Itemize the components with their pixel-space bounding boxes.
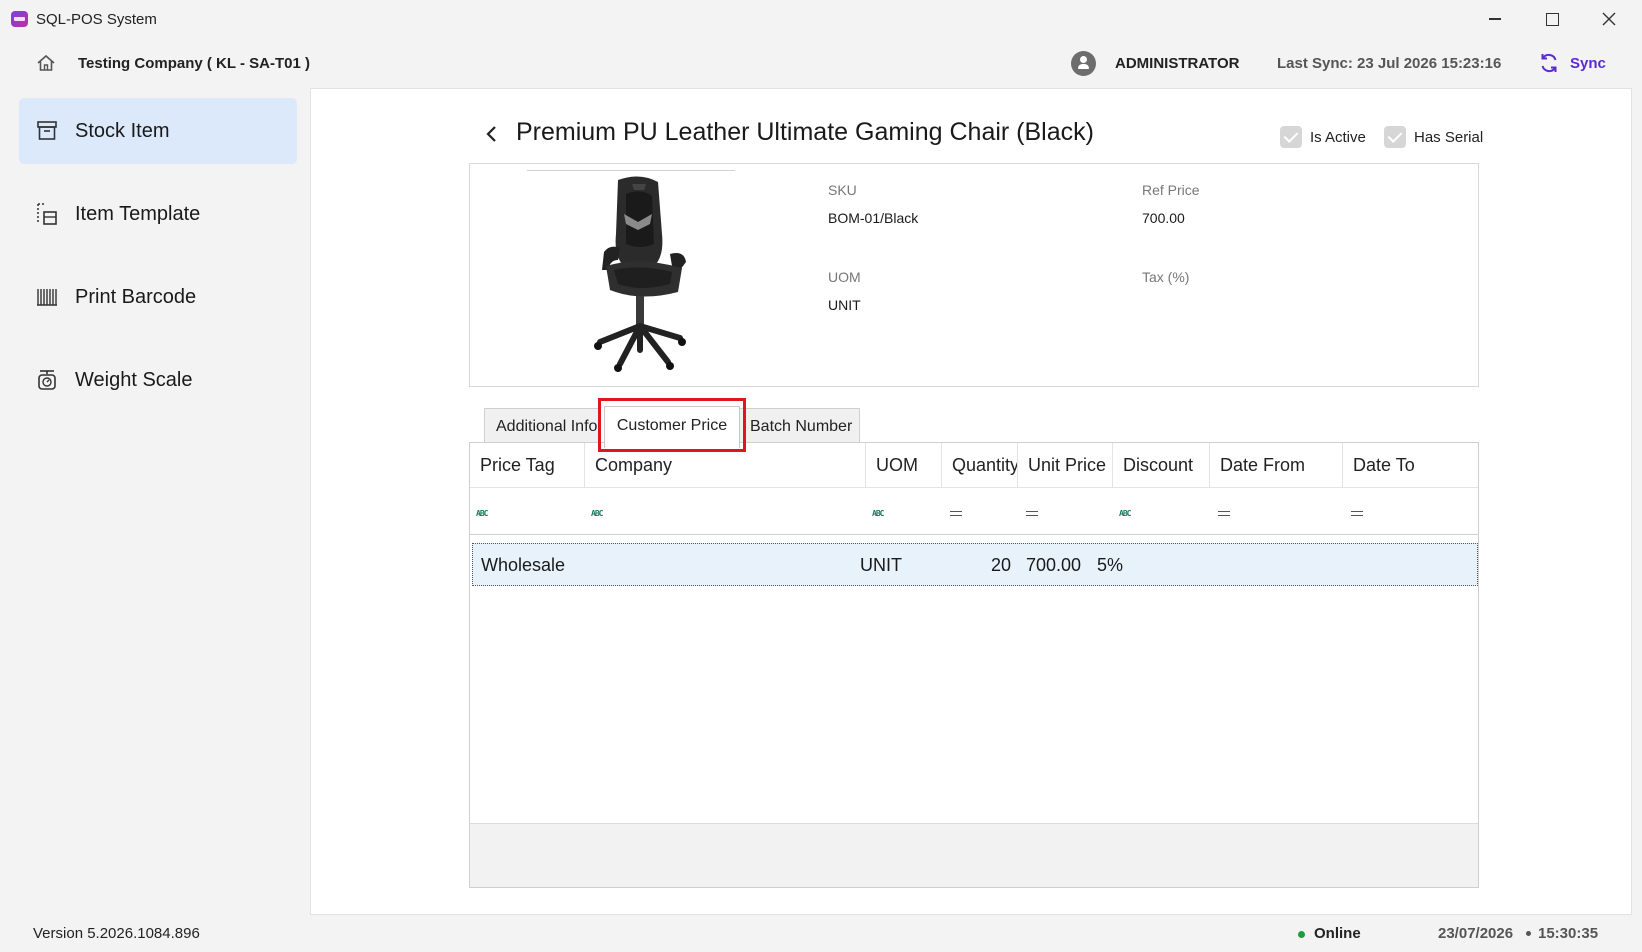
item-title: Premium PU Leather Ultimate Gaming Chair…: [516, 118, 1094, 146]
customer-price-grid: Price Tag Company UOM Quantity Unit Pric…: [469, 442, 1479, 888]
sidebar-item-stock-item[interactable]: Stock Item: [19, 98, 297, 164]
sidebar-item-item-template[interactable]: Item Template: [19, 181, 297, 247]
filter-date-from[interactable]: [1210, 489, 1343, 535]
filter-unit-price[interactable]: [1018, 489, 1113, 535]
app-logo-icon: [11, 11, 28, 27]
filter-price-tag[interactable]: ABC: [470, 489, 585, 535]
equals-filter-icon: [1351, 511, 1363, 516]
back-arrow-icon[interactable]: [483, 121, 501, 147]
cell-unit-price[interactable]: 700.00: [1019, 544, 1081, 585]
user-avatar-icon: [1071, 51, 1096, 76]
tab-customer-price[interactable]: Customer Price: [604, 406, 740, 448]
tax-label: Tax (%): [1142, 269, 1190, 285]
sidebar-item-weight-scale[interactable]: Weight Scale: [19, 347, 297, 413]
filter-row: ABC ABC ABC ABC: [470, 489, 1478, 535]
equals-filter-icon: [1218, 511, 1230, 516]
tab-batch-number[interactable]: Batch Number: [738, 408, 860, 442]
text-filter-icon: ABC: [591, 509, 603, 518]
status-time: 15:30:35: [1538, 925, 1599, 942]
checkbox-checked-icon: [1280, 126, 1302, 148]
sync-button[interactable]: Sync: [1538, 50, 1606, 76]
cell-discount[interactable]: 5%: [1097, 544, 1123, 585]
close-button[interactable]: [1586, 0, 1632, 38]
status-date: 23/07/2026: [1438, 925, 1514, 942]
filter-uom[interactable]: ABC: [866, 489, 942, 535]
home-icon[interactable]: [36, 53, 56, 73]
filter-quantity[interactable]: [942, 489, 1018, 535]
grid-footer: [470, 823, 1478, 887]
last-sync-text: Last Sync: 23 Jul 2026 15:23:16: [1277, 55, 1502, 72]
cell-price-tag[interactable]: Wholesale: [481, 544, 565, 585]
minimize-button[interactable]: [1472, 0, 1518, 38]
sidebar-item-label: Item Template: [75, 202, 201, 225]
item-info-card: SKU BOM-01/Black Ref Price 700.00 UOM UN…: [469, 163, 1479, 387]
table-row[interactable]: Wholesale UNIT 20 700.00 5%: [472, 543, 1478, 586]
sidebar-item-print-barcode[interactable]: Print Barcode: [19, 264, 297, 330]
column-header-price-tag[interactable]: Price Tag: [470, 443, 585, 488]
sync-label: Sync: [1570, 54, 1606, 72]
is-active-checkbox[interactable]: Is Active: [1280, 126, 1366, 148]
window-title: SQL-POS System: [36, 11, 157, 28]
uom-value: UNIT: [828, 297, 861, 313]
cell-quantity[interactable]: 20: [943, 544, 1011, 585]
equals-filter-icon: [1026, 511, 1038, 516]
version-text: Version 5.2026.1084.896: [33, 925, 200, 942]
item-template-icon: [37, 203, 57, 225]
sidebar-item-label: Stock Item: [75, 119, 170, 142]
column-header-date-from[interactable]: Date From: [1210, 443, 1343, 488]
text-filter-icon: ABC: [476, 509, 488, 518]
online-status-icon: [1298, 931, 1305, 938]
sku-label: SKU: [828, 182, 857, 198]
sidebar: Stock Item Item Template Print Barcode W…: [0, 88, 310, 908]
equals-filter-icon: [950, 511, 962, 516]
product-image[interactable]: [580, 174, 700, 374]
filter-date-to[interactable]: [1343, 489, 1478, 535]
column-header-company[interactable]: Company: [585, 443, 866, 488]
close-icon: [1602, 12, 1616, 26]
is-active-label: Is Active: [1310, 128, 1366, 146]
column-header-discount[interactable]: Discount: [1113, 443, 1210, 488]
connection-status: Online: [1314, 925, 1361, 942]
weight-scale-icon: [38, 370, 56, 390]
barcode-icon: [37, 289, 57, 306]
filter-discount[interactable]: ABC: [1113, 489, 1210, 535]
filter-company[interactable]: ABC: [585, 489, 866, 535]
company-name: Testing Company ( KL - SA-T01 ): [78, 55, 310, 72]
sku-value: BOM-01/Black: [828, 210, 919, 226]
text-filter-icon: ABC: [872, 509, 884, 518]
tab-additional-info[interactable]: Additional Info: [484, 408, 600, 442]
archive-box-icon: [37, 121, 57, 140]
column-header-uom[interactable]: UOM: [866, 443, 942, 488]
column-header-date-to[interactable]: Date To: [1343, 443, 1478, 488]
title-bar: SQL-POS System: [0, 0, 1642, 38]
grid-header: Price Tag Company UOM Quantity Unit Pric…: [470, 443, 1478, 488]
user-name: ADMINISTRATOR: [1115, 55, 1240, 72]
has-serial-checkbox[interactable]: Has Serial: [1384, 126, 1483, 148]
column-header-unit-price[interactable]: Unit Price: [1018, 443, 1113, 488]
ref-price-label: Ref Price: [1142, 182, 1200, 198]
has-serial-label: Has Serial: [1414, 128, 1484, 146]
separator-dot: [1526, 931, 1531, 936]
uom-label: UOM: [828, 269, 861, 285]
sidebar-item-label: Weight Scale: [75, 368, 193, 391]
app-header: Testing Company ( KL - SA-T01 ) ADMINIST…: [0, 38, 1642, 88]
checkbox-checked-icon: [1384, 126, 1406, 148]
image-divider: [527, 170, 735, 171]
sync-icon: [1541, 54, 1557, 72]
text-filter-icon: ABC: [1119, 509, 1131, 518]
cell-uom[interactable]: UNIT: [860, 544, 902, 585]
maximize-button[interactable]: [1529, 0, 1575, 38]
column-header-quantity[interactable]: Quantity: [942, 443, 1018, 488]
sidebar-item-label: Print Barcode: [75, 285, 197, 308]
ref-price-value: 700.00: [1142, 210, 1185, 226]
